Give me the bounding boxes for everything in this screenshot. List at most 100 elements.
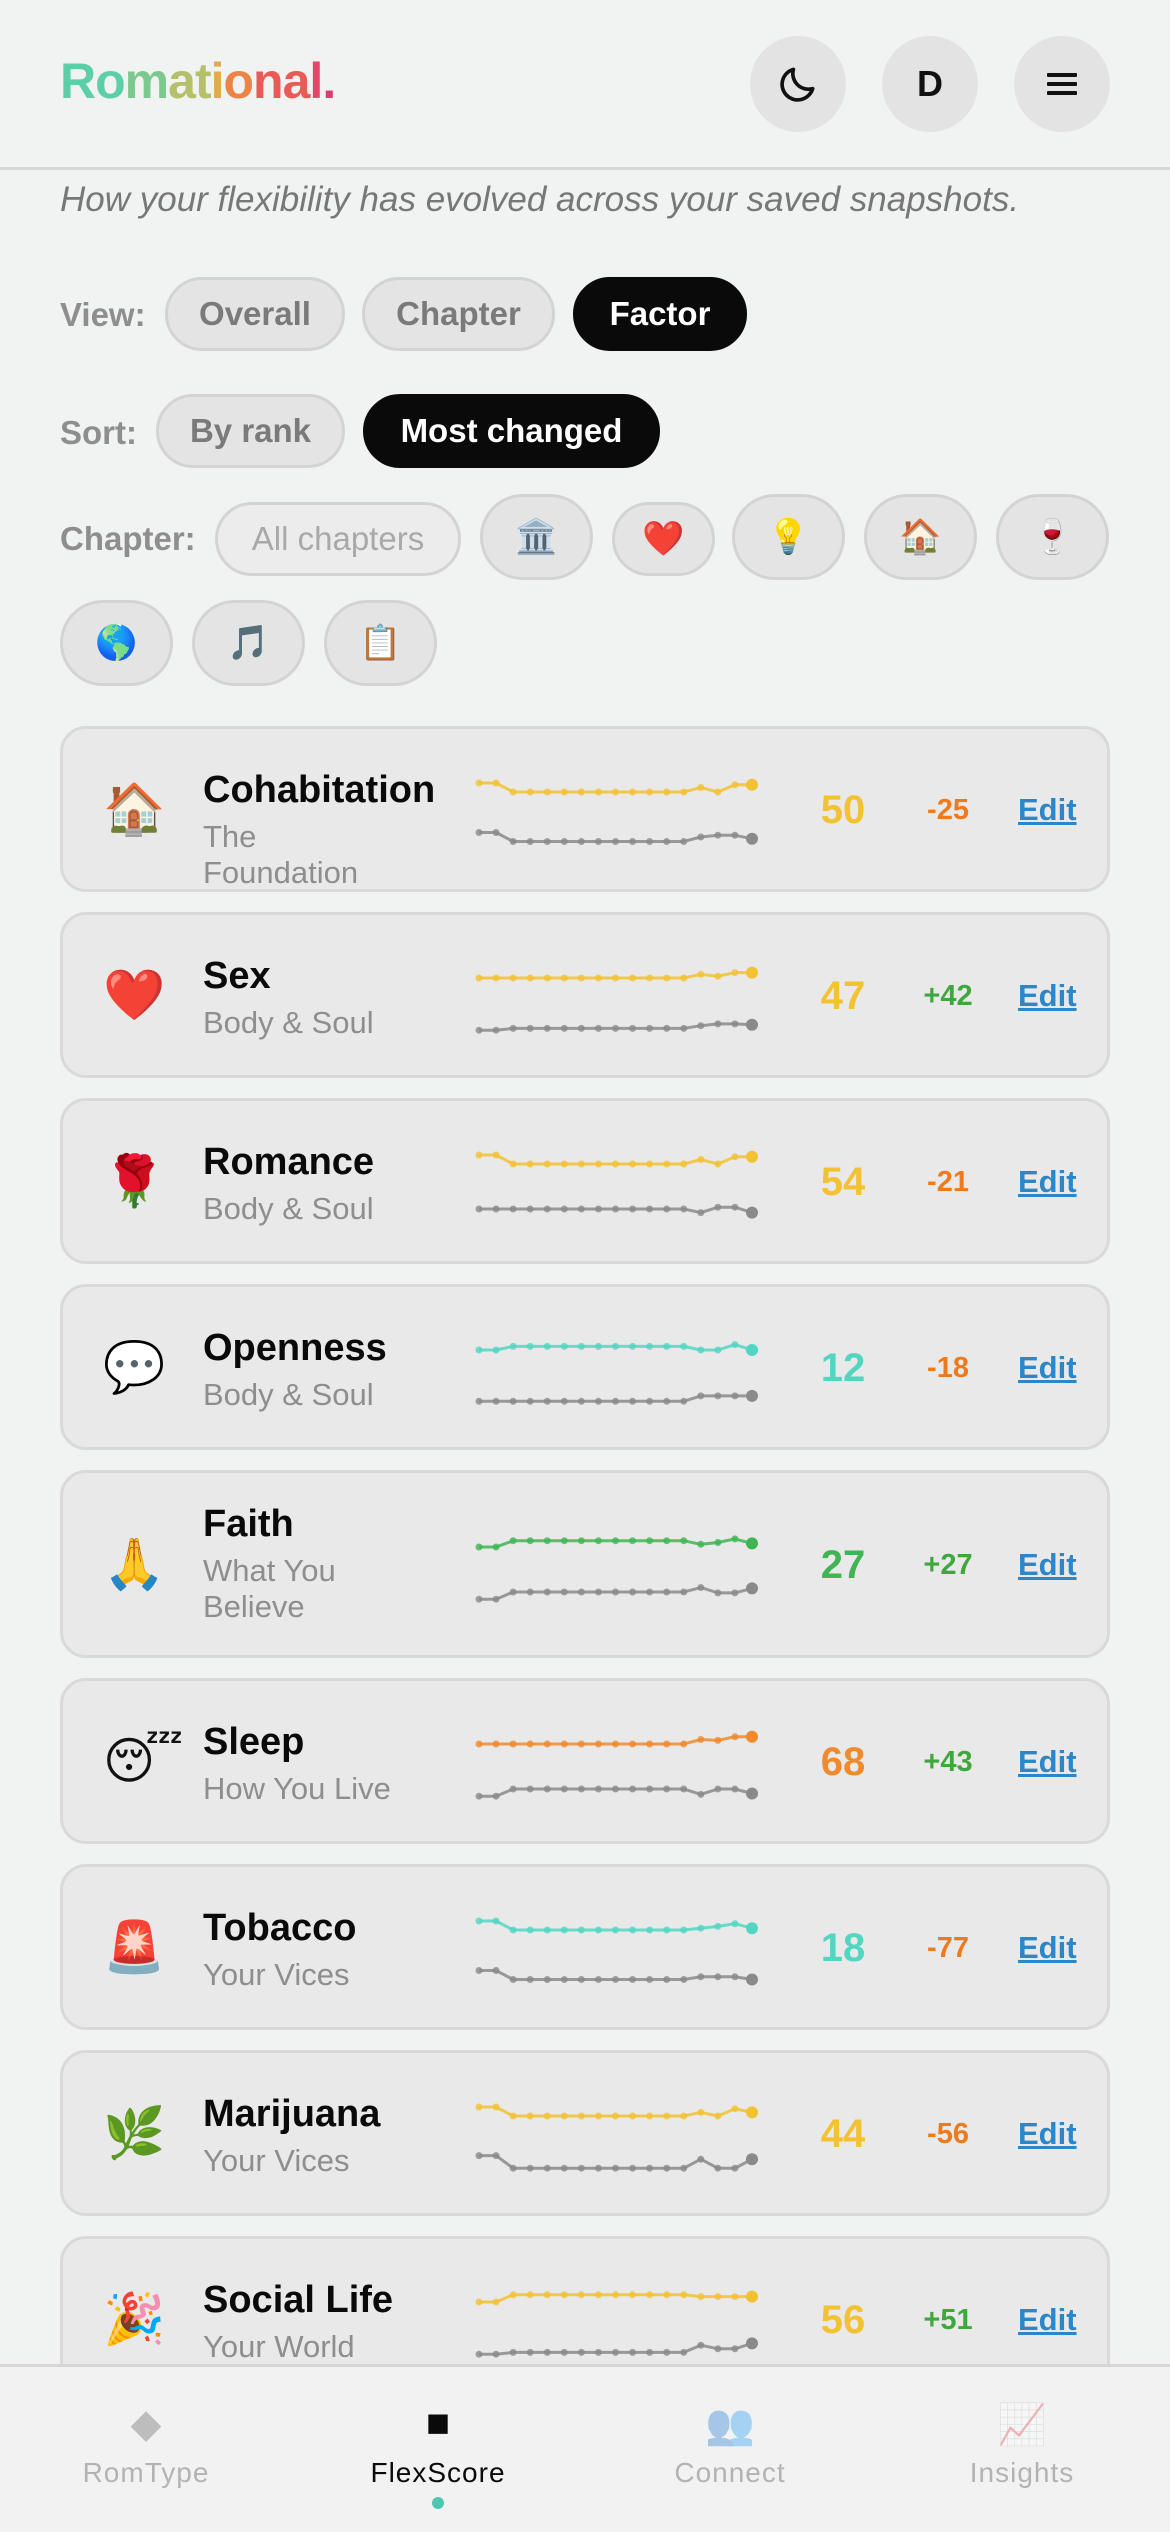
- factor-chapter: Your Vices: [203, 1957, 350, 1992]
- previous-series-point: [746, 2153, 758, 2166]
- previous-series-point: [492, 1792, 500, 1800]
- current-series-point: [697, 1540, 705, 1548]
- current-series-point: [714, 788, 722, 796]
- current-series-point: [475, 974, 483, 982]
- previous-series-point: [746, 1206, 758, 1219]
- sort-option-by-rank[interactable]: By rank: [156, 394, 345, 468]
- previous-series-point: [629, 1588, 637, 1596]
- app-logo[interactable]: Romational.: [60, 52, 336, 110]
- chapter-option-world[interactable]: 🌎: [60, 600, 173, 686]
- chapter-option-body-soul[interactable]: ❤️: [612, 502, 715, 576]
- previous-series-point: [663, 1024, 671, 1032]
- edit-link[interactable]: Edit: [1018, 1350, 1077, 1386]
- previous-series-point: [577, 838, 585, 845]
- factor-icon: 🎉: [103, 2291, 166, 2347]
- previous-series-point: [629, 838, 637, 845]
- nav-item-flexscore[interactable]: ■ FlexScore: [292, 2367, 584, 2532]
- previous-series-point: [475, 2152, 483, 2160]
- previous-series-point: [612, 1205, 619, 1213]
- current-series-point: [594, 1160, 602, 1168]
- previous-series-point: [560, 1024, 568, 1032]
- previous-series-point: [526, 1976, 534, 1983]
- edit-link[interactable]: Edit: [1018, 978, 1077, 1014]
- current-series-point: [714, 1160, 722, 1168]
- chapter-option-practical[interactable]: 📋: [324, 600, 437, 686]
- edit-link[interactable]: Edit: [1018, 2116, 1077, 2152]
- previous-series-point: [746, 1389, 758, 1402]
- nav-item-insights[interactable]: 📈 Insights: [876, 2367, 1168, 2532]
- previous-series-point: [663, 2348, 671, 2356]
- sort-option-most-changed[interactable]: Most changed: [363, 394, 660, 468]
- previous-series-point: [629, 1785, 637, 1793]
- edit-link[interactable]: Edit: [1018, 1744, 1077, 1780]
- menu-button[interactable]: [1014, 36, 1110, 132]
- current-series-point: [646, 1342, 654, 1350]
- view-option-factor[interactable]: Factor: [573, 277, 747, 351]
- factor-chapter: Body & Soul: [203, 1377, 374, 1412]
- diamond-icon: ◆: [130, 2402, 162, 2446]
- previous-series-point: [594, 1205, 602, 1213]
- current-series-point: [594, 2291, 602, 2299]
- nav-item-romtype[interactable]: ◆ RomType: [0, 2367, 292, 2532]
- current-series-point: [526, 1537, 534, 1545]
- edit-link[interactable]: Edit: [1018, 2302, 1077, 2338]
- current-series-point: [475, 1917, 483, 1925]
- factor-score: 68: [820, 1740, 866, 1784]
- current-series-point: [746, 778, 758, 791]
- factor-card: 🌹 Romance Body & Soul 54 -21 Edit: [60, 1098, 1110, 1264]
- current-series-point: [629, 2291, 637, 2299]
- chapter-option-beliefs[interactable]: 💡: [732, 494, 845, 580]
- edit-link[interactable]: Edit: [1018, 1164, 1077, 1200]
- previous-series-point: [746, 1787, 758, 1800]
- sort-label: Sort:: [60, 414, 137, 451]
- current-series-point: [731, 1535, 739, 1543]
- avatar-button[interactable]: D: [882, 36, 978, 132]
- previous-series-point: [714, 2345, 722, 2353]
- factor-score: 54: [820, 1160, 866, 1204]
- current-series-point: [663, 2112, 671, 2120]
- previous-series-point: [680, 1397, 688, 1405]
- chapter-option-living[interactable]: 🏠: [864, 494, 977, 580]
- view-option-chapter[interactable]: Chapter: [362, 277, 555, 351]
- theme-toggle-button[interactable]: [750, 36, 846, 132]
- chapter-option-culture[interactable]: 🎵: [192, 600, 305, 686]
- current-series-point: [612, 1537, 619, 1545]
- chapter-option-all[interactable]: All chapters: [215, 502, 461, 576]
- view-option-overall[interactable]: Overall: [165, 277, 345, 351]
- edit-link[interactable]: Edit: [1018, 1547, 1077, 1583]
- current-series-point: [746, 966, 758, 979]
- current-series-point: [526, 788, 534, 796]
- previous-series-point: [594, 1588, 602, 1596]
- current-series-point: [560, 788, 568, 796]
- previous-series-point: [746, 832, 758, 845]
- current-series-point: [492, 1151, 500, 1159]
- current-series-point: [475, 2103, 483, 2111]
- factor-card: 🌿 Marijuana Your Vices 44 -56 Edit: [60, 2050, 1110, 2216]
- previous-series-point: [731, 1392, 739, 1400]
- view-label: View:: [60, 296, 146, 333]
- edit-link[interactable]: Edit: [1018, 1930, 1077, 1966]
- chapter-option-foundation[interactable]: 🏛️: [480, 494, 593, 580]
- current-series-point: [714, 1736, 722, 1744]
- current-series-point: [492, 2103, 500, 2111]
- current-series-point: [475, 779, 483, 787]
- current-series-point: [629, 1342, 637, 1350]
- factor-card: ❤️ Sex Body & Soul 47 +42 Edit: [60, 912, 1110, 1078]
- factor-sparkline: [475, 1150, 758, 1219]
- previous-series-point: [697, 1973, 705, 1981]
- chapter-option-vices[interactable]: 🍷: [996, 494, 1109, 580]
- current-series-point: [594, 788, 602, 796]
- edit-link[interactable]: Edit: [1018, 792, 1077, 828]
- current-series-point: [746, 1730, 758, 1743]
- previous-series-point: [492, 1205, 500, 1213]
- previous-series-point: [663, 838, 671, 845]
- previous-series-point: [475, 1595, 483, 1603]
- current-series-point: [543, 2112, 551, 2120]
- current-series-point: [731, 969, 739, 977]
- current-series-point: [509, 1537, 517, 1545]
- current-series-point: [509, 788, 517, 796]
- current-series-point: [663, 1342, 671, 1350]
- current-series-point: [680, 788, 688, 796]
- nav-item-connect[interactable]: 👥 Connect: [584, 2367, 876, 2532]
- previous-series-point: [663, 1976, 671, 1983]
